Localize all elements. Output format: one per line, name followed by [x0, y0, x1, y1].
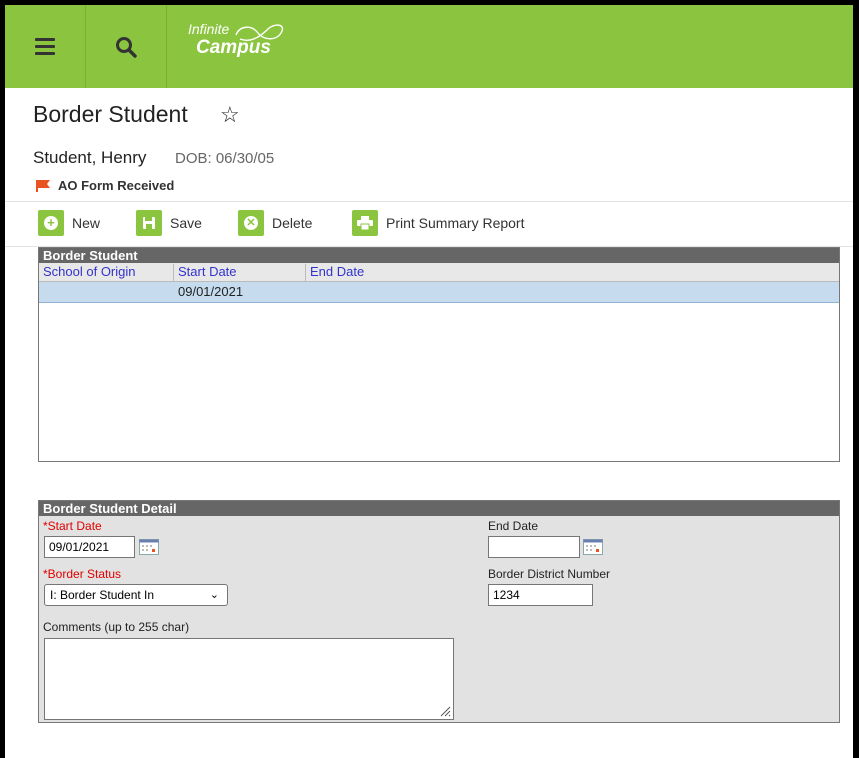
delete-icon: ✕	[238, 210, 264, 236]
page-title: Border Student	[33, 101, 188, 127]
end-date-input[interactable]	[488, 536, 580, 558]
student-flag[interactable]: AO Form Received	[36, 178, 174, 193]
chevron-down-icon: ⌄	[209, 589, 219, 601]
column-header-school-of-origin[interactable]: School of Origin	[39, 264, 174, 281]
search-icon	[116, 36, 137, 58]
new-label: New	[72, 215, 101, 231]
print-icon	[352, 210, 378, 236]
border-district-number-input[interactable]	[488, 584, 593, 606]
start-date-label: *Start Date	[43, 519, 102, 533]
top-bar: Infinite Campus	[5, 5, 853, 88]
comments-textarea[interactable]	[44, 638, 454, 720]
column-header-end-date[interactable]: End Date	[306, 264, 839, 281]
new-button[interactable]: + New	[38, 210, 100, 236]
student-name: Student, Henry	[33, 148, 147, 167]
cell-start-date: 09/01/2021	[178, 284, 244, 299]
border-status-label: *Border Status	[43, 567, 122, 581]
save-button[interactable]: Save	[136, 210, 202, 236]
action-toolbar: + New Save ✕ Delete Print Summary Report	[5, 201, 853, 247]
border-district-number-label: Border District Number	[488, 567, 611, 581]
print-summary-report-button[interactable]: Print Summary Report	[352, 210, 524, 236]
student-dob: DOB: 06/30/05	[175, 150, 275, 167]
print-label: Print Summary Report	[386, 215, 525, 231]
border-status-select[interactable]: I: Border Student In ⌄	[44, 584, 228, 606]
column-header-start-date[interactable]: Start Date	[174, 264, 306, 281]
menu-icon	[35, 34, 55, 59]
search-button[interactable]	[86, 5, 167, 88]
resize-grip-icon[interactable]	[439, 705, 451, 717]
infinity-logo-icon	[235, 24, 284, 41]
comments-label: Comments (up to 255 char)	[43, 620, 190, 634]
save-label: Save	[170, 215, 202, 231]
save-icon	[136, 210, 162, 236]
flag-icon	[36, 179, 50, 192]
calendar-icon[interactable]	[139, 539, 159, 555]
border-student-detail: Border Student Detail *Start Date End Da…	[38, 500, 840, 723]
border-status-value: I: Border Student In	[50, 588, 155, 602]
logo-text-infinite: Infinite	[188, 21, 230, 37]
end-date-label: End Date	[488, 519, 539, 533]
calendar-icon[interactable]	[583, 539, 603, 555]
start-date-input[interactable]	[44, 536, 135, 558]
table-header: School of Origin Start Date End Date	[39, 263, 839, 282]
delete-label: Delete	[272, 215, 313, 231]
delete-button[interactable]: ✕ Delete	[238, 210, 312, 236]
detail-panel-title: Border Student Detail	[39, 501, 839, 516]
plus-icon: +	[38, 210, 64, 236]
table-row[interactable]: 09/01/2021	[39, 282, 839, 303]
flag-label: AO Form Received	[58, 178, 175, 193]
list-panel-title: Border Student	[39, 248, 839, 263]
favorite-star-icon[interactable]: ☆	[220, 102, 240, 128]
menu-button[interactable]	[5, 5, 86, 88]
border-student-list: Border Student School of Origin Start Da…	[38, 247, 840, 462]
app-window: Infinite Campus Border Student ☆ Student…	[0, 0, 853, 758]
